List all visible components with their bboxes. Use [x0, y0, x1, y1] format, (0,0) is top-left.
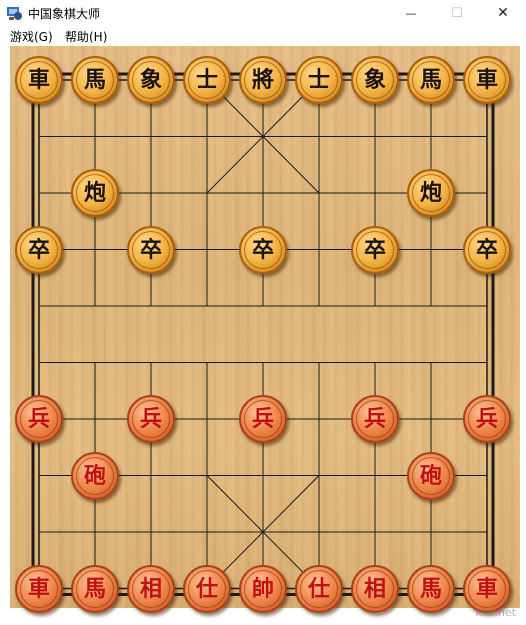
piece-label: 車 [20, 61, 58, 99]
black-piece[interactable]: 將 [239, 56, 287, 104]
piece-label: 仕 [188, 569, 226, 608]
piece-label: 象 [356, 61, 394, 99]
black-piece[interactable]: 車 [15, 56, 63, 104]
red-piece[interactable]: 車 [15, 564, 63, 613]
piece-label: 馬 [76, 61, 114, 99]
black-piece[interactable]: 卒 [15, 225, 63, 274]
red-piece[interactable]: 兵 [239, 395, 287, 443]
piece-label: 兵 [20, 400, 58, 438]
piece-label: 車 [468, 569, 506, 608]
red-piece[interactable]: 帥 [239, 564, 287, 613]
red-piece[interactable]: 兵 [127, 395, 175, 443]
black-piece[interactable]: 炮 [407, 169, 455, 217]
pieces-layer: 車馬象士將士象馬車炮炮卒卒卒卒卒兵兵兵兵兵砲砲車馬相仕帥仕相馬車 [0, 0, 526, 625]
red-piece[interactable]: 相 [351, 564, 399, 613]
piece-label: 兵 [468, 400, 506, 438]
red-piece[interactable]: 仕 [295, 564, 343, 613]
red-piece[interactable]: 仕 [183, 564, 231, 613]
piece-label: 卒 [356, 230, 394, 269]
black-piece[interactable]: 馬 [71, 56, 119, 104]
piece-label: 兵 [356, 400, 394, 438]
black-piece[interactable]: 卒 [351, 225, 399, 274]
piece-label: 砲 [76, 456, 114, 495]
piece-label: 車 [20, 569, 58, 608]
piece-label: 馬 [412, 569, 450, 608]
black-piece[interactable]: 卒 [239, 225, 287, 274]
black-piece[interactable]: 象 [127, 56, 175, 104]
piece-label: 將 [244, 61, 282, 99]
black-piece[interactable]: 卒 [463, 225, 511, 274]
red-piece[interactable]: 兵 [15, 395, 63, 443]
piece-label: 兵 [132, 400, 170, 438]
red-piece[interactable]: 砲 [407, 451, 455, 500]
red-piece[interactable]: 馬 [71, 564, 119, 613]
black-piece[interactable]: 象 [351, 56, 399, 104]
piece-label: 相 [356, 569, 394, 608]
black-piece[interactable]: 車 [463, 56, 511, 104]
watermark-text: kkx.net [475, 606, 516, 619]
red-piece[interactable]: 馬 [407, 564, 455, 613]
red-piece[interactable]: 兵 [351, 395, 399, 443]
piece-label: 砲 [412, 456, 450, 495]
red-piece[interactable]: 相 [127, 564, 175, 613]
piece-label: 仕 [300, 569, 338, 608]
black-piece[interactable]: 卒 [127, 225, 175, 274]
red-piece[interactable]: 兵 [463, 395, 511, 443]
piece-label: 象 [132, 61, 170, 99]
piece-label: 炮 [412, 174, 450, 212]
red-piece[interactable]: 砲 [71, 451, 119, 500]
black-piece[interactable]: 士 [183, 56, 231, 104]
piece-label: 車 [468, 61, 506, 99]
piece-label: 帥 [244, 569, 282, 608]
piece-label: 士 [300, 61, 338, 99]
piece-label: 士 [188, 61, 226, 99]
piece-label: 馬 [76, 569, 114, 608]
black-piece[interactable]: 馬 [407, 56, 455, 104]
piece-label: 炮 [76, 174, 114, 212]
piece-label: 馬 [412, 61, 450, 99]
piece-label: 卒 [244, 230, 282, 269]
piece-label: 兵 [244, 400, 282, 438]
black-piece[interactable]: 炮 [71, 169, 119, 217]
piece-label: 相 [132, 569, 170, 608]
black-piece[interactable]: 士 [295, 56, 343, 104]
piece-label: 卒 [20, 230, 58, 269]
piece-label: 卒 [132, 230, 170, 269]
piece-label: 卒 [468, 230, 506, 269]
